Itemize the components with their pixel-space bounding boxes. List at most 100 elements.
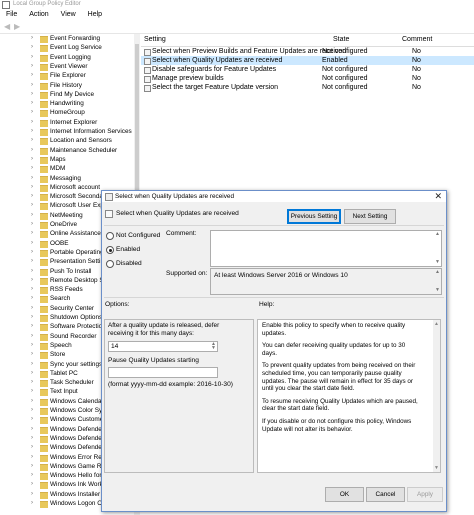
- chevron-right-icon[interactable]: ›: [31, 397, 37, 406]
- chevron-right-icon[interactable]: ›: [31, 443, 37, 452]
- chevron-right-icon[interactable]: ›: [31, 90, 37, 99]
- tree-item-label: Windows Defender: [50, 444, 104, 452]
- forward-icon[interactable]: ▶: [14, 23, 22, 31]
- folder-icon: [40, 398, 48, 406]
- chevron-right-icon[interactable]: ›: [31, 378, 37, 387]
- defer-days-spinner[interactable]: 14 ▲ ▼: [108, 341, 218, 352]
- chevron-right-icon[interactable]: ›: [31, 462, 37, 471]
- chevron-right-icon[interactable]: ›: [31, 341, 37, 350]
- previous-setting-button[interactable]: Previous Setting: [287, 209, 341, 224]
- setting-row[interactable]: Select when Quality Updates are received…: [141, 56, 474, 65]
- supported-on-label: Supported on:: [166, 270, 208, 277]
- chevron-right-icon[interactable]: ›: [31, 43, 37, 52]
- spinner-down-icon[interactable]: ▼: [211, 346, 216, 351]
- chevron-right-icon[interactable]: ›: [31, 360, 37, 369]
- chevron-right-icon[interactable]: ›: [31, 350, 37, 359]
- close-icon[interactable]: ✕: [434, 191, 442, 202]
- chevron-right-icon[interactable]: ›: [31, 34, 37, 43]
- chevron-right-icon[interactable]: ›: [31, 415, 37, 424]
- help-scrollbar[interactable]: ▲ ▼: [433, 320, 440, 472]
- setting-row[interactable]: Disable safeguards for Feature Updates No…: [141, 65, 474, 74]
- comment-scroll-up-icon[interactable]: ▲: [435, 232, 440, 237]
- column-state[interactable]: State: [333, 34, 349, 46]
- help-scroll-down-icon[interactable]: ▼: [434, 465, 439, 471]
- comment-scroll-down-icon[interactable]: ▼: [435, 260, 440, 265]
- chevron-right-icon[interactable]: ›: [31, 136, 37, 145]
- radio-enabled-dot[interactable]: [106, 246, 114, 254]
- chevron-right-icon[interactable]: ›: [31, 304, 37, 313]
- chevron-right-icon[interactable]: ›: [31, 387, 37, 396]
- chevron-right-icon[interactable]: ›: [31, 164, 37, 173]
- chevron-right-icon[interactable]: ›: [31, 471, 37, 480]
- tree-item-label: Event Viewer: [50, 62, 88, 70]
- chevron-right-icon[interactable]: ›: [31, 192, 37, 201]
- chevron-right-icon[interactable]: ›: [31, 499, 37, 508]
- comment-textarea[interactable]: ▲ ▼: [210, 230, 442, 267]
- column-comment[interactable]: Comment: [402, 34, 432, 46]
- setting-comment: No: [412, 57, 421, 64]
- app-icon: [2, 1, 10, 9]
- chevron-right-icon[interactable]: ›: [31, 53, 37, 62]
- setting-row[interactable]: Select the target Feature Update version…: [141, 83, 474, 92]
- tree-item-label: OOBE: [50, 239, 69, 247]
- menu-file[interactable]: File: [6, 11, 17, 18]
- chevron-right-icon[interactable]: ›: [31, 99, 37, 108]
- setting-row[interactable]: Manage preview builds Not configured No: [141, 74, 474, 83]
- chevron-right-icon[interactable]: ›: [31, 146, 37, 155]
- chevron-right-icon[interactable]: ›: [31, 453, 37, 462]
- menu-action[interactable]: Action: [29, 11, 48, 18]
- chevron-right-icon[interactable]: ›: [31, 480, 37, 489]
- chevron-right-icon[interactable]: ›: [31, 369, 37, 378]
- chevron-right-icon[interactable]: ›: [31, 257, 37, 266]
- setting-name: Disable safeguards for Feature Updates: [152, 66, 277, 73]
- chevron-right-icon[interactable]: ›: [31, 211, 37, 220]
- chevron-right-icon[interactable]: ›: [31, 229, 37, 238]
- radio-not-configured-dot[interactable]: [106, 232, 114, 240]
- chevron-right-icon[interactable]: ›: [31, 62, 37, 71]
- chevron-right-icon[interactable]: ›: [31, 490, 37, 499]
- chevron-right-icon[interactable]: ›: [31, 201, 37, 210]
- chevron-right-icon[interactable]: ›: [31, 108, 37, 117]
- tree-item-label: Maps: [50, 155, 66, 163]
- ok-button[interactable]: OK: [325, 487, 364, 502]
- chevron-right-icon[interactable]: ›: [31, 155, 37, 164]
- chevron-right-icon[interactable]: ›: [31, 425, 37, 434]
- apply-button[interactable]: Apply: [407, 487, 443, 502]
- chevron-right-icon[interactable]: ›: [31, 406, 37, 415]
- chevron-right-icon[interactable]: ›: [31, 332, 37, 341]
- cancel-button[interactable]: Cancel: [366, 487, 405, 502]
- folder-icon: [40, 110, 48, 118]
- chevron-right-icon[interactable]: ›: [31, 220, 37, 229]
- pause-start-date-input[interactable]: [108, 367, 218, 378]
- chevron-right-icon[interactable]: ›: [31, 71, 37, 80]
- chevron-right-icon[interactable]: ›: [31, 285, 37, 294]
- chevron-right-icon[interactable]: ›: [31, 248, 37, 257]
- next-setting-button[interactable]: Next Setting: [344, 209, 396, 224]
- menu-view[interactable]: View: [61, 11, 76, 18]
- chevron-right-icon[interactable]: ›: [31, 183, 37, 192]
- window-title: Local Group Policy Editor: [13, 1, 81, 7]
- radio-disabled-dot[interactable]: [106, 260, 114, 268]
- tree-item-label: Microsoft account: [50, 183, 101, 191]
- folder-icon: [40, 315, 48, 322]
- supported-scroll-down-icon[interactable]: ▼: [435, 288, 440, 293]
- chevron-right-icon[interactable]: ›: [31, 127, 37, 136]
- menu-help[interactable]: Help: [88, 11, 102, 18]
- help-scroll-up-icon[interactable]: ▲: [434, 321, 439, 327]
- supported-scroll-up-icon[interactable]: ▲: [435, 270, 440, 275]
- chevron-right-icon[interactable]: ›: [31, 294, 37, 303]
- chevron-right-icon[interactable]: ›: [31, 118, 37, 127]
- tree-item-label: Store: [50, 351, 66, 359]
- chevron-right-icon[interactable]: ›: [31, 276, 37, 285]
- chevron-right-icon[interactable]: ›: [31, 434, 37, 443]
- chevron-right-icon[interactable]: ›: [31, 174, 37, 183]
- setting-row[interactable]: Select when Preview Builds and Feature U…: [141, 47, 474, 56]
- chevron-right-icon[interactable]: ›: [31, 322, 37, 331]
- column-setting[interactable]: Setting: [144, 34, 166, 46]
- chevron-right-icon[interactable]: ›: [31, 313, 37, 322]
- back-icon[interactable]: ◀: [4, 23, 12, 31]
- chevron-right-icon[interactable]: ›: [31, 239, 37, 248]
- chevron-right-icon[interactable]: ›: [31, 267, 37, 276]
- setting-name: Manage preview builds: [152, 75, 224, 82]
- chevron-right-icon[interactable]: ›: [31, 81, 37, 90]
